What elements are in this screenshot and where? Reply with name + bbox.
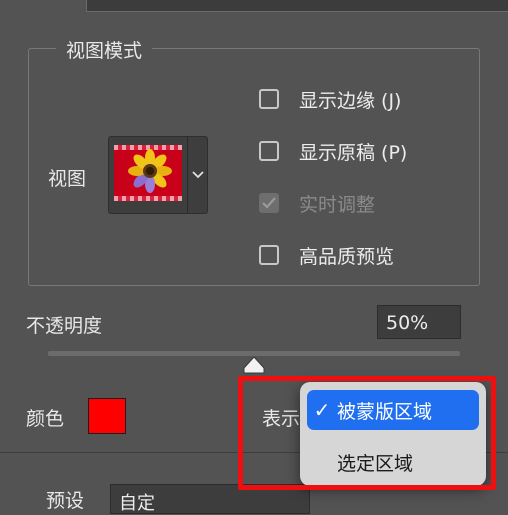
view-thumbnail-image [114,145,182,201]
opacity-input[interactable]: 50% [377,305,461,339]
checkbox-box[interactable] [259,245,279,265]
view-mode-group [28,48,480,286]
checkbox-high-quality-preview[interactable]: 高品质预览 [259,240,407,270]
view-label: 视图 [48,168,87,190]
opacity-label: 不透明度 [26,315,103,337]
checkbox-label: 显示边缘 (J) [299,89,402,112]
chevron-down-icon[interactable] [187,137,208,213]
color-label: 颜色 [26,408,65,430]
top-panel-field [86,0,508,12]
highlight-annotation-box [238,376,496,490]
check-icon [262,197,276,209]
checkbox-list: 显示边缘 (J) 显示原稿 (P) 实时调整 高品质预览 [259,84,407,270]
checkbox-show-original[interactable]: 显示原稿 (P) [259,136,407,166]
flower-icon [128,149,172,193]
opacity-slider-thumb[interactable] [243,356,265,374]
checkbox-show-edge[interactable]: 显示边缘 (J) [259,84,407,114]
checkbox-box-checked [259,193,279,213]
checkbox-label: 高品质预览 [299,245,395,268]
checkbox-label: 显示原稿 (P) [299,141,408,164]
preset-label: 预设 [46,490,85,512]
checkbox-realtime-adjust: 实时调整 [259,188,407,218]
color-swatch[interactable] [88,398,126,434]
view-mode-title: 视图模式 [56,36,153,63]
checkbox-box[interactable] [259,141,279,161]
view-thumbnail-dropdown[interactable] [108,136,208,214]
checkbox-label: 实时调整 [299,193,376,216]
checkbox-box[interactable] [259,89,279,109]
